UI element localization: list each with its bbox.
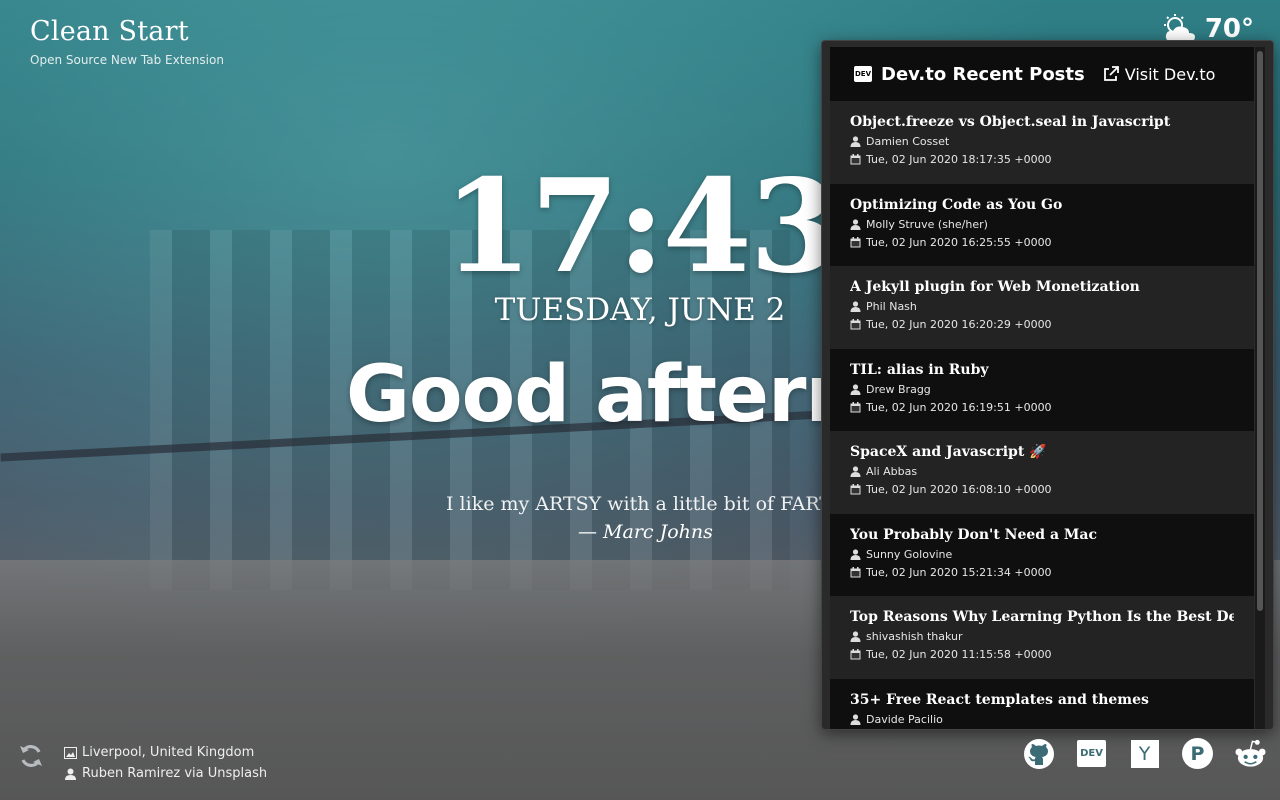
devto-post[interactable]: A Jekyll plugin for Web Monetization Phil… xyxy=(830,266,1254,349)
post-author: Sunny Golovine xyxy=(866,547,953,561)
post-date-row: Tue, 02 Jun 2020 16:20:29 +0000 xyxy=(850,318,1234,331)
devto-panel-title: Dev.to Recent Posts xyxy=(881,63,1085,85)
devto-post[interactable]: Object.freeze vs Object.seal in Javascri… xyxy=(830,101,1254,184)
github-icon[interactable] xyxy=(1022,737,1055,770)
post-author-row: Phil Nash xyxy=(850,300,1234,313)
devto-icon-label: DEV xyxy=(1077,740,1106,767)
refresh-icon[interactable] xyxy=(17,742,45,770)
post-author-row: Davide Pacilio xyxy=(850,713,1234,726)
post-date: Tue, 02 Jun 2020 16:19:51 +0000 xyxy=(866,400,1052,414)
post-author-row: Drew Bragg xyxy=(850,383,1234,396)
producthunt-icon-label: P xyxy=(1182,738,1213,769)
photo-author-row: Ruben Ramirez via Unsplash xyxy=(64,763,267,784)
post-title[interactable]: A Jekyll plugin for Web Monetization xyxy=(850,279,1234,295)
visit-devto-label: Visit Dev.to xyxy=(1124,64,1216,84)
user-icon xyxy=(850,466,861,477)
devto-post[interactable]: TIL: alias in Ruby Drew Bragg Tue, 02 Jun … xyxy=(830,348,1254,431)
post-title[interactable]: Optimizing Code as You Go xyxy=(850,197,1234,213)
photo-location[interactable]: Liverpool, United Kingdom xyxy=(82,745,254,760)
post-title[interactable]: 35+ Free React templates and themes xyxy=(850,692,1234,708)
post-title[interactable]: TIL: alias in Ruby xyxy=(850,362,1234,378)
post-date: Tue, 02 Jun 2020 16:25:55 +0000 xyxy=(866,235,1052,249)
user-icon xyxy=(850,383,861,395)
post-date-row: Tue, 02 Jun 2020 16:25:55 +0000 xyxy=(850,236,1234,249)
post-date-row: Tue, 02 Jun 2020 11:15:58 +0000 xyxy=(850,648,1234,661)
devto-post[interactable]: Top Reasons Why Learning Python Is the B… xyxy=(830,596,1254,679)
visit-devto-link[interactable]: Visit Dev.to xyxy=(1103,64,1216,84)
post-author: Drew Bragg xyxy=(866,382,931,396)
devto-logo-icon: DEV xyxy=(854,66,872,82)
post-author: Molly Struve (she/her) xyxy=(866,217,988,231)
photo-location-row: Liverpool, United Kingdom xyxy=(64,742,267,763)
calendar-icon xyxy=(850,649,861,660)
post-date-row: Tue, 02 Jun 2020 15:21:34 +0000 xyxy=(850,566,1234,579)
devto-post-list: Object.freeze vs Object.seal in Javascri… xyxy=(830,101,1254,729)
quote-author: — Marc Johns xyxy=(578,521,713,543)
devto-post[interactable]: SpaceX and Javascript 🚀 Ali Abbas Tue, 02 … xyxy=(830,431,1254,514)
calendar-icon xyxy=(850,484,861,495)
post-author: Phil Nash xyxy=(866,300,917,313)
user-icon xyxy=(850,713,861,725)
post-date-row: Tue, 02 Jun 2020 18:17:35 +0000 xyxy=(850,153,1234,166)
brand: Clean Start Open Source New Tab Extensio… xyxy=(30,16,224,67)
external-link-icon xyxy=(1103,66,1119,81)
credit-via: via xyxy=(184,766,204,781)
devto-post[interactable]: 35+ Free React templates and themes David… xyxy=(830,678,1254,729)
credit-source[interactable]: Unsplash xyxy=(208,766,267,781)
scrollbar-thumb[interactable] xyxy=(1257,51,1263,611)
brand-subtitle: Open Source New Tab Extension xyxy=(30,53,224,67)
scrollbar[interactable] xyxy=(1255,47,1265,729)
post-date: Tue, 02 Jun 2020 11:15:58 +0000 xyxy=(866,648,1052,661)
devto-icon[interactable]: DEV xyxy=(1075,737,1108,770)
user-icon xyxy=(850,218,861,230)
post-date: Tue, 02 Jun 2020 15:21:34 +0000 xyxy=(866,565,1052,579)
post-date: Tue, 02 Jun 2020 18:17:35 +0000 xyxy=(866,153,1052,166)
photo-credits: Liverpool, United Kingdom Ruben Ramirez … xyxy=(64,742,267,784)
post-author-row: Damien Cosset xyxy=(850,135,1234,148)
post-title[interactable]: Top Reasons Why Learning Python Is the B… xyxy=(850,609,1234,625)
user-icon xyxy=(850,136,861,147)
post-author: Ali Abbas xyxy=(866,465,918,478)
post-date-row: Tue, 02 Jun 2020 16:08:10 +0000 xyxy=(850,483,1234,496)
reddit-icon[interactable] xyxy=(1234,737,1267,770)
user-icon xyxy=(850,548,861,560)
post-author: shivashish thakur xyxy=(866,630,963,643)
calendar-icon xyxy=(850,566,861,577)
post-author-row: shivashish thakur xyxy=(850,630,1234,643)
post-title[interactable]: You Probably Don't Need a Mac xyxy=(850,527,1234,543)
devto-panel: DEV Dev.to Recent Posts Visit Dev.to Obj… xyxy=(821,40,1274,730)
post-author: Davide Pacilio xyxy=(866,712,943,726)
devto-panel-header: DEV Dev.to Recent Posts Visit Dev.to xyxy=(830,47,1254,101)
hackernews-icon-label: Y xyxy=(1130,739,1159,768)
post-title[interactable]: SpaceX and Javascript 🚀 xyxy=(850,444,1234,460)
user-icon xyxy=(850,631,861,642)
calendar-icon xyxy=(850,154,861,165)
devto-post[interactable]: You Probably Don't Need a Mac Sunny Golov… xyxy=(830,513,1254,596)
post-title[interactable]: Object.freeze vs Object.seal in Javascri… xyxy=(850,114,1234,130)
site-links: DEV Y P xyxy=(1022,737,1267,770)
post-date: Tue, 02 Jun 2020 16:08:10 +0000 xyxy=(866,483,1052,496)
post-author-row: Sunny Golovine xyxy=(850,548,1234,561)
post-author: Damien Cosset xyxy=(866,135,950,148)
hackernews-icon[interactable]: Y xyxy=(1128,737,1161,770)
devto-post[interactable]: Optimizing Code as You Go Molly Struve (s… xyxy=(830,183,1254,266)
producthunt-icon[interactable]: P xyxy=(1181,737,1214,770)
photographer-name[interactable]: Ruben Ramirez xyxy=(82,766,180,781)
image-icon xyxy=(64,746,77,759)
calendar-icon xyxy=(850,401,861,412)
quote-text: I like my ARTSY with a little bit of FAR… xyxy=(446,493,858,515)
user-icon xyxy=(65,768,76,780)
brand-title: Clean Start xyxy=(30,16,189,47)
post-date-row: Tue, 02 Jun 2020 16:19:51 +0000 xyxy=(850,401,1234,414)
post-author-row: Molly Struve (she/her) xyxy=(850,218,1234,231)
calendar-icon xyxy=(850,319,861,330)
calendar-icon xyxy=(850,236,861,247)
post-author-row: Ali Abbas xyxy=(850,465,1234,478)
post-date: Tue, 02 Jun 2020 16:20:29 +0000 xyxy=(866,318,1052,331)
user-icon xyxy=(850,301,861,312)
